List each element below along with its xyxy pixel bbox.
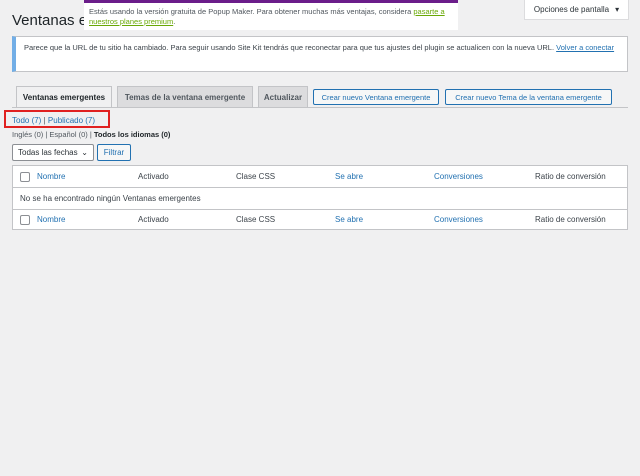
popups-table: Nombre Activado Clase CSS Se abre Conver…	[12, 165, 628, 230]
create-theme-button[interactable]: Crear nuevo Tema de la ventana emergente	[445, 89, 612, 105]
column-css-class: Clase CSS	[236, 172, 276, 181]
lang-all[interactable]: Todos los idiomas (0)	[94, 130, 171, 139]
sitekit-notice: Parece que la URL de tu sitio ha cambiad…	[12, 36, 628, 72]
view-all-link[interactable]: Todo (7)	[12, 116, 41, 125]
lang-spanish[interactable]: Español (0)	[49, 130, 87, 139]
promo-text-end: .	[173, 17, 176, 26]
empty-message: No se ha encontrado ningún Ventanas emer…	[20, 194, 201, 203]
tab-popup-themes-label: Temas de la ventana emergente	[124, 93, 246, 102]
tab-update[interactable]: Actualizar	[258, 86, 308, 108]
tab-popup-themes[interactable]: Temas de la ventana emergente	[117, 86, 253, 108]
column-name[interactable]: Nombre	[37, 166, 65, 187]
tab-popups[interactable]: Ventanas emergentes	[16, 86, 112, 108]
tabs-divider	[12, 107, 628, 108]
column-conversions[interactable]: Conversiones	[434, 166, 483, 187]
table-footer-row: Nombre Activado Clase CSS Se abre Conver…	[13, 209, 627, 230]
footer-column-opens-link[interactable]: Se abre	[335, 215, 363, 224]
view-published-link[interactable]: Publicado (7)	[48, 116, 95, 125]
table-header-row: Nombre Activado Clase CSS Se abre Conver…	[13, 166, 627, 187]
page-title: Ventanas en	[12, 12, 96, 29]
promo-text: Estás usando la versión gratuita de Popu…	[89, 7, 412, 16]
notice-text: Parece que la URL de tu sitio ha cambiad…	[24, 43, 555, 52]
lang-english[interactable]: Inglés (0)	[12, 130, 43, 139]
footer-column-conversions-link[interactable]: Conversiones	[434, 215, 483, 224]
column-conversion-rate: Ratio de conversión	[535, 172, 606, 181]
tab-popups-label: Ventanas emergentes	[22, 93, 106, 102]
tab-update-label: Actualizar	[263, 93, 303, 102]
screen-options-label: Opciones de pantalla	[533, 5, 610, 14]
footer-column-conversion-rate: Ratio de conversión	[535, 215, 606, 224]
footer-column-enabled: Activado	[138, 215, 169, 224]
create-popup-button[interactable]: Crear nuevo Ventana emergente	[313, 89, 439, 105]
footer-column-conversions[interactable]: Conversiones	[434, 209, 483, 230]
column-conversions-link[interactable]: Conversiones	[434, 172, 483, 181]
footer-column-name-link[interactable]: Nombre	[37, 215, 65, 224]
views-separator: |	[43, 116, 46, 125]
select-all-checkbox-footer[interactable]	[20, 215, 30, 225]
language-filter: Inglés (0) | Español (0) | Todos los idi…	[12, 130, 171, 139]
footer-column-opens[interactable]: Se abre	[335, 209, 363, 230]
reconnect-link[interactable]: Volver a conectar	[556, 43, 614, 52]
select-all-checkbox[interactable]	[20, 172, 30, 182]
column-opens[interactable]: Se abre	[335, 166, 363, 187]
date-filter-select[interactable]: Todas las fechas ⌄	[12, 144, 94, 161]
chevron-down-icon: ▾	[615, 5, 620, 14]
screen-options-button[interactable]: Opciones de pantalla ▾	[524, 0, 629, 20]
promo-banner: Estás usando la versión gratuita de Popu…	[84, 0, 458, 30]
status-views: Todo (7) | Publicado (7)	[12, 116, 95, 125]
column-opens-link[interactable]: Se abre	[335, 172, 363, 181]
date-filter-value: Todas las fechas	[18, 148, 78, 157]
empty-row: No se ha encontrado ningún Ventanas emer…	[13, 188, 627, 209]
filter-button[interactable]: Filtrar	[97, 144, 131, 161]
column-name-link[interactable]: Nombre	[37, 172, 65, 181]
column-enabled: Activado	[138, 172, 169, 181]
footer-column-css-class: Clase CSS	[236, 215, 276, 224]
chevron-down-icon: ⌄	[81, 148, 88, 157]
footer-column-name[interactable]: Nombre	[37, 209, 65, 230]
